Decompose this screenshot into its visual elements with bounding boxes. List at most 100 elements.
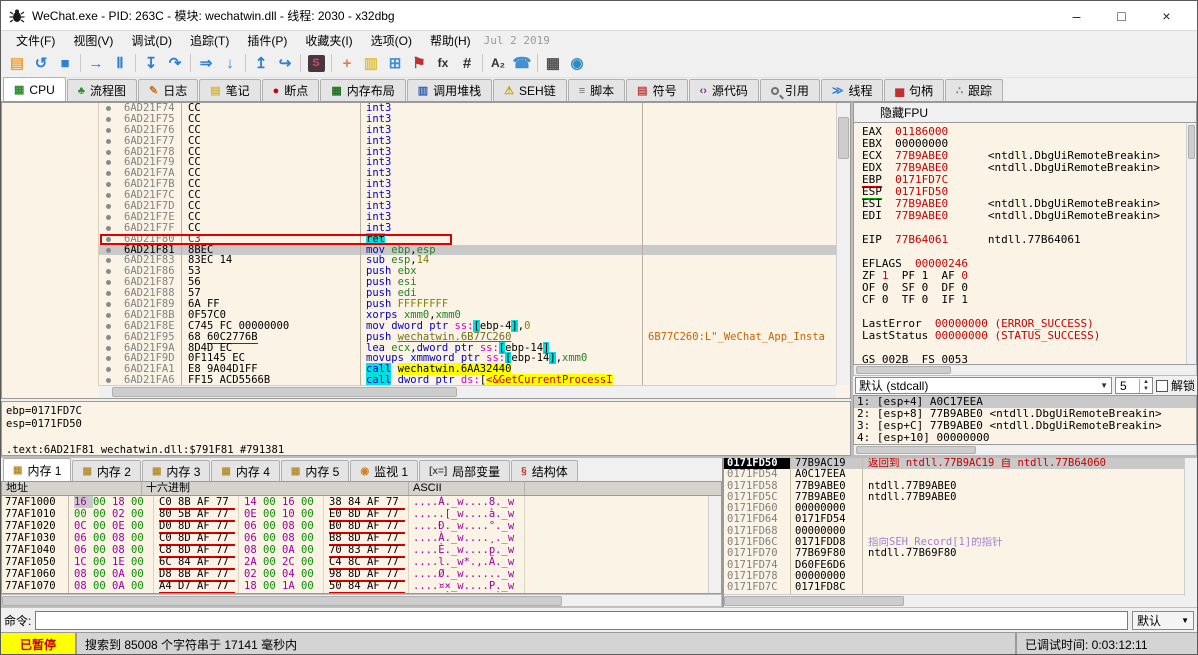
breakpoint-dot-icon[interactable]	[106, 367, 111, 372]
scroll-up-arrow[interactable]	[709, 496, 722, 509]
breakpoint-dot-icon[interactable]	[106, 280, 111, 285]
close-button[interactable]: ×	[1144, 2, 1189, 30]
menu-item-d[interactable]: 调试(D)	[122, 31, 181, 50]
registers-horizontal-scrollbar[interactable]	[853, 365, 1197, 376]
register-line[interactable]: GS 002B FS 0053	[862, 354, 1196, 365]
breakpoint-gutter[interactable]	[99, 223, 120, 234]
disasm-row[interactable]: 6AD21F77CCint3	[2, 136, 850, 147]
tab-seh[interactable]: ⚠SEH链	[493, 79, 567, 101]
tab-locals[interactable]: [x=]局部变量	[419, 460, 510, 481]
breakpoint-dot-icon[interactable]	[106, 160, 111, 165]
register-line[interactable]: EDI 77B9ABE0 <ntdll.DbgUiRemoteBreakin>	[862, 210, 1196, 222]
breakpoint-gutter[interactable]	[99, 277, 120, 288]
hash-icon[interactable]: #	[455, 51, 479, 75]
menu-item-o[interactable]: 选项(O)	[362, 31, 421, 50]
tab-watch-1[interactable]: ◉监视 1	[350, 460, 418, 481]
breakpoint-gutter[interactable]	[99, 201, 120, 212]
breakpoint-gutter[interactable]	[99, 332, 120, 343]
breakpoint-dot-icon[interactable]	[106, 150, 111, 155]
minimize-button[interactable]: –	[1054, 2, 1099, 30]
globe-icon[interactable]: ◉	[565, 51, 589, 75]
step-down-icon[interactable]: ↓	[218, 51, 242, 75]
tab-call-stack[interactable]: ▥调用堆栈	[407, 79, 492, 101]
restart-icon[interactable]: ↺	[29, 51, 53, 75]
tab-notes[interactable]: ▤笔记	[199, 79, 260, 101]
hide-fpu-button[interactable]: 隐藏FPU	[853, 102, 1197, 122]
command-script-type-select[interactable]: 默认 ▼	[1132, 611, 1194, 630]
breakpoint-dot-icon[interactable]	[106, 215, 111, 220]
breakpoint-gutter[interactable]	[99, 212, 120, 223]
tab-dump-4[interactable]: ▦内存 4	[211, 460, 279, 481]
breakpoint-gutter[interactable]	[99, 157, 120, 168]
breakpoint-gutter[interactable]	[99, 114, 120, 125]
unlock-checkbox[interactable]	[1156, 380, 1168, 392]
dump-row[interactable]: 77AF104006000800C88DAF7708000A007083AF77…	[2, 544, 721, 556]
breakpoint-dot-icon[interactable]	[106, 346, 111, 351]
column-header-ascii[interactable]: ASCII	[409, 482, 525, 495]
calculator-icon[interactable]: ▦	[541, 51, 565, 75]
run-to-cursor-icon[interactable]: ⇒	[194, 51, 218, 75]
menu-item-v[interactable]: 视图(V)	[64, 31, 122, 50]
dump-row[interactable]: 77AF101000000200805BAF770E001000E08DAF77…	[2, 508, 721, 520]
tab-references[interactable]: 引用	[760, 79, 820, 101]
breakpoint-dot-icon[interactable]	[106, 324, 111, 329]
command-input[interactable]	[35, 611, 1128, 630]
stack-row[interactable]: 0171FD54A0C17EEA	[724, 469, 1197, 480]
registers-vertical-scrollbar[interactable]	[1186, 123, 1196, 364]
disasm-horizontal-scrollbar[interactable]	[99, 385, 836, 398]
breakpoint-dot-icon[interactable]	[106, 139, 111, 144]
label-icon[interactable]: ⊞	[383, 51, 407, 75]
breakpoint-gutter[interactable]	[99, 266, 120, 277]
spin-down-icon[interactable]: ▼	[1140, 386, 1152, 393]
breakpoint-dot-icon[interactable]	[106, 291, 111, 296]
tab-log[interactable]: ✎日志	[138, 79, 198, 101]
pause-icon[interactable]: Ⅱ	[108, 51, 132, 75]
execute-till-return-icon[interactable]: ↥	[249, 51, 273, 75]
tab-dump-5[interactable]: ▦内存 5	[281, 460, 349, 481]
call-arguments-pane[interactable]: 1: [esp+4] A0C17EEA2: [esp+8] 77B9ABE0 <…	[853, 395, 1197, 445]
dump-vertical-scrollbar[interactable]	[708, 496, 721, 593]
scroll-right-arrow[interactable]	[823, 386, 836, 399]
breakpoint-dot-icon[interactable]	[106, 248, 111, 253]
breakpoint-gutter[interactable]	[99, 168, 120, 179]
breakpoint-dot-icon[interactable]	[106, 237, 111, 242]
stop-icon[interactable]: ■	[53, 51, 77, 75]
breakpoint-gutter[interactable]	[99, 179, 120, 190]
detach-icon[interactable]: ☎	[510, 51, 534, 75]
tab-symbols[interactable]: ▤符号	[626, 79, 687, 101]
breakpoint-gutter[interactable]	[99, 310, 120, 321]
menu-item-t[interactable]: 追踪(T)	[181, 31, 238, 50]
step-into-icon[interactable]: ↧	[139, 51, 163, 75]
breakpoint-gutter[interactable]	[99, 125, 120, 136]
column-header-hex[interactable]: 十六进制	[142, 482, 409, 495]
tab-dump-2[interactable]: ▦内存 2	[72, 460, 140, 481]
breakpoint-dot-icon[interactable]	[106, 313, 111, 318]
tab-script[interactable]: ≡脚本	[568, 79, 625, 101]
breakpoint-gutter[interactable]	[99, 299, 120, 310]
register-line[interactable]: CF 0 TF 0 IF 1	[862, 294, 1196, 306]
menu-item-f[interactable]: 文件(F)	[7, 31, 64, 50]
breakpoint-dot-icon[interactable]	[106, 128, 111, 133]
tab-threads[interactable]: ≫线程	[821, 79, 884, 101]
stack-horizontal-scrollbar[interactable]	[724, 594, 1197, 607]
dump-row[interactable]: 77AF10801C001E0070D9AF7728002A0044D9AF77…	[2, 592, 721, 593]
disasm-vertical-scrollbar[interactable]	[836, 103, 850, 385]
breakpoint-dot-icon[interactable]	[106, 171, 111, 176]
stack-row[interactable]: 0171FD7C0171FD8C	[724, 582, 1197, 593]
scroll-down-arrow[interactable]	[837, 372, 850, 385]
tab-breakpoints[interactable]: ●断点	[262, 79, 320, 101]
scroll-left-arrow[interactable]	[99, 386, 112, 399]
dump-horizontal-scrollbar[interactable]	[1, 594, 722, 607]
dump-row[interactable]: 77AF103006000800C08DAF7706000800B88DAF77…	[2, 532, 721, 544]
run-icon[interactable]: →	[84, 51, 108, 75]
breakpoint-dot-icon[interactable]	[106, 226, 111, 231]
breakpoint-gutter[interactable]	[99, 147, 120, 158]
switch-view-s-icon[interactable]: S	[304, 51, 328, 75]
breakpoint-gutter[interactable]	[99, 245, 120, 256]
breakpoint-gutter[interactable]	[99, 353, 120, 364]
function-icon[interactable]: fx	[431, 51, 455, 75]
breakpoint-gutter[interactable]	[99, 234, 120, 245]
breakpoint-gutter[interactable]	[99, 190, 120, 201]
tab-dump-1[interactable]: ▦内存 1	[3, 458, 71, 481]
calling-convention-select[interactable]: 默认 (stdcall) ▼	[855, 377, 1112, 394]
